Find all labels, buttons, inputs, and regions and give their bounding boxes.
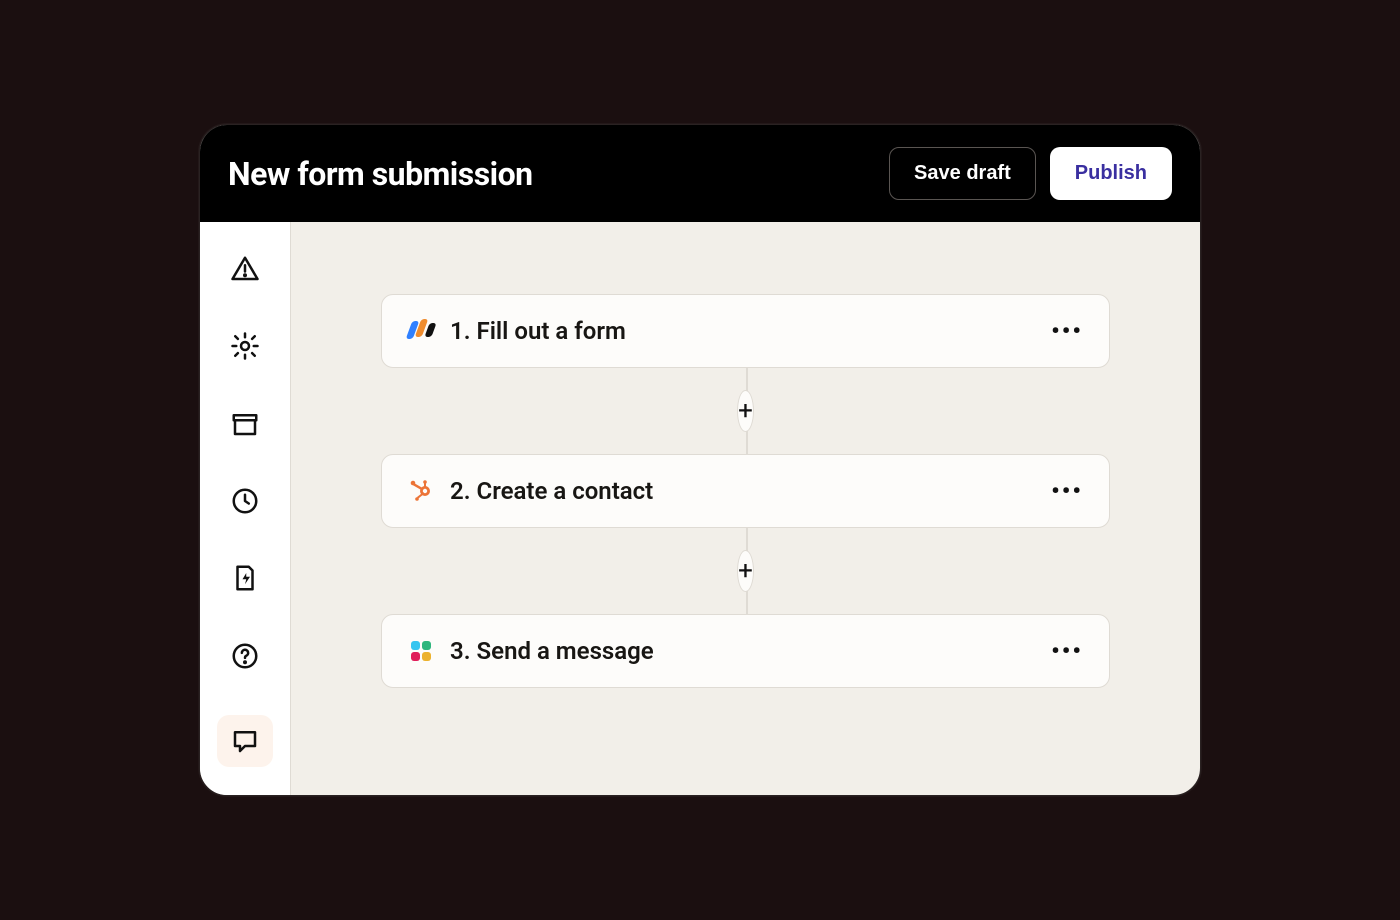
- save-draft-button[interactable]: Save draft: [889, 147, 1036, 200]
- connector: +: [745, 368, 747, 454]
- bolt-file-icon: [230, 563, 260, 593]
- workflow-canvas: 1. Fill out a form ••• + 2.: [291, 222, 1200, 795]
- step-more-button[interactable]: •••: [1051, 319, 1083, 343]
- step-card-1[interactable]: 1. Fill out a form •••: [381, 294, 1110, 368]
- step-more-button[interactable]: •••: [1051, 639, 1083, 663]
- step-label: 1. Fill out a form: [450, 317, 1035, 345]
- workflow-editor-window: New form submission Save draft Publish: [199, 124, 1201, 796]
- sidebar-item-comments[interactable]: [217, 715, 273, 767]
- warning-icon: [230, 254, 260, 284]
- page-title: New form submission: [228, 155, 533, 193]
- slack-app-icon: [408, 638, 434, 664]
- publish-button[interactable]: Publish: [1050, 147, 1172, 200]
- clock-icon: [230, 486, 260, 516]
- add-step-button[interactable]: +: [737, 550, 754, 592]
- hubspot-app-icon: [408, 478, 434, 504]
- sidebar-item-settings[interactable]: [225, 327, 265, 364]
- plus-icon: +: [738, 398, 753, 424]
- titlebar: New form submission Save draft Publish: [200, 125, 1200, 222]
- add-step-button[interactable]: +: [737, 390, 754, 432]
- plus-icon: +: [738, 558, 753, 584]
- step-card-3[interactable]: 3. Send a message •••: [381, 614, 1110, 688]
- gear-icon: [230, 331, 260, 361]
- sidebar-item-alerts[interactable]: [225, 250, 265, 287]
- step-more-button[interactable]: •••: [1051, 479, 1083, 503]
- editor-body: 1. Fill out a form ••• + 2.: [200, 222, 1200, 795]
- sidebar-item-archive[interactable]: [225, 405, 265, 442]
- sidebar-item-power[interactable]: [225, 560, 265, 597]
- step-card-2[interactable]: 2. Create a contact •••: [381, 454, 1110, 528]
- sidebar-item-help[interactable]: [225, 637, 265, 674]
- step-label: 3. Send a message: [450, 637, 1035, 665]
- chat-icon: [230, 726, 260, 756]
- sidebar-item-history[interactable]: [225, 482, 265, 519]
- connector: +: [745, 528, 747, 614]
- sidebar: [200, 222, 291, 795]
- archive-icon: [230, 409, 260, 439]
- help-icon: [230, 641, 260, 671]
- step-label: 2. Create a contact: [450, 477, 1035, 505]
- workflow-flow: 1. Fill out a form ••• + 2.: [381, 294, 1110, 688]
- form-app-icon: [408, 318, 434, 344]
- title-actions: Save draft Publish: [889, 147, 1172, 200]
